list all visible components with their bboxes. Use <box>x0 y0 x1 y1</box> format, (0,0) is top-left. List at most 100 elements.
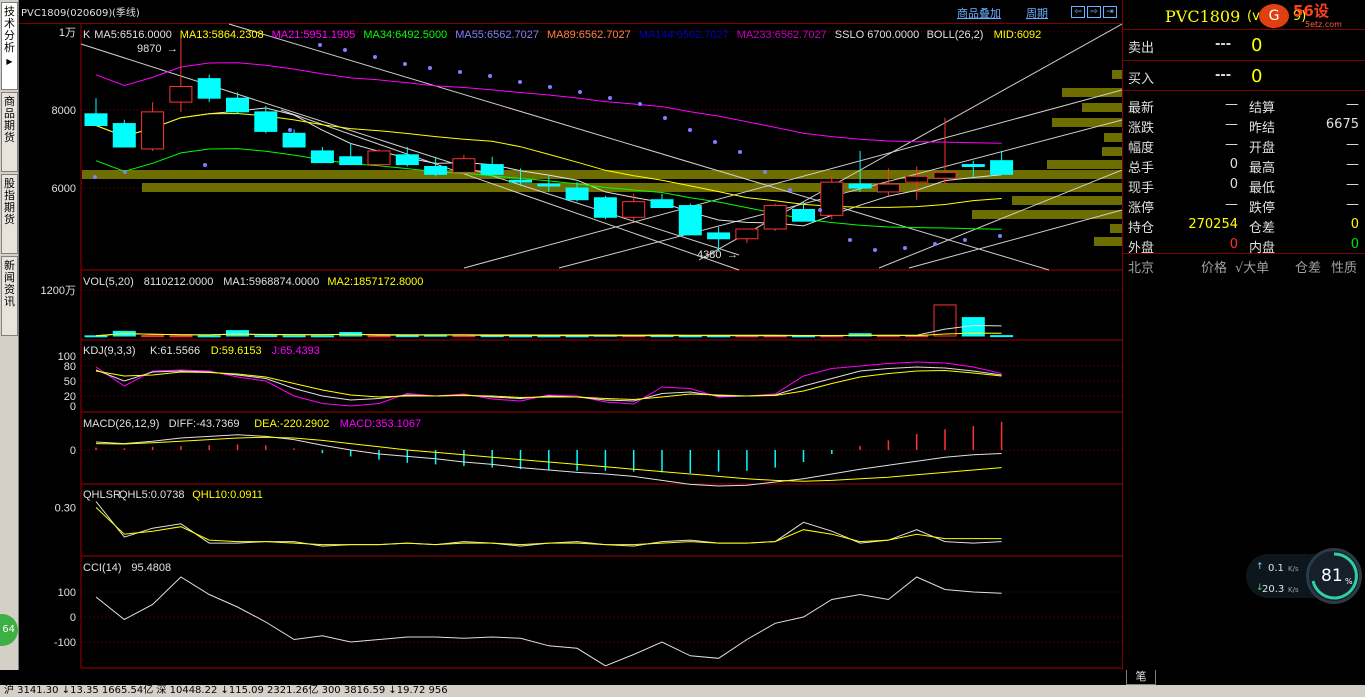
candle-body <box>763 205 787 230</box>
ma13-line <box>95 112 1002 208</box>
trade-header-oichange: 仓差 <box>1295 261 1322 276</box>
volume-profile-bar <box>1094 237 1122 246</box>
indicator-value: K:61.5566 <box>150 345 200 357</box>
indicator-value: MID:6092 <box>994 29 1042 41</box>
volume-bar <box>226 330 249 337</box>
quote-field-row: 最新 — 结算 — <box>1123 95 1365 116</box>
sar-dot <box>998 234 1002 238</box>
quote-field-label: 幅度 <box>1128 141 1155 156</box>
tab-commodity-futures[interactable]: 商品期货 <box>1 92 18 172</box>
indicator-value: DIFF:-43.7369 <box>169 418 240 430</box>
candle-body <box>961 164 985 168</box>
quote-field-value: 0 <box>1229 237 1238 252</box>
indicator-value: MA5:6516.0000 <box>94 29 172 41</box>
candle-body <box>112 123 136 148</box>
candle-body <box>678 205 702 236</box>
max-arrow-icon: → <box>167 43 178 55</box>
candle-body <box>820 181 844 216</box>
tab-technical-analysis[interactable]: 技术分析 ▶ <box>1 2 18 90</box>
candle-body <box>226 97 249 113</box>
bottom-tab-strip: 笔 <box>19 670 1365 685</box>
sar-dot <box>373 55 377 59</box>
candle-body <box>509 179 532 183</box>
quote-field-row: 现手 0 最低 — <box>1123 175 1365 196</box>
tab-index-futures[interactable]: 股指期货 <box>1 174 18 254</box>
sar-dot <box>763 170 767 174</box>
cpu-percent-sign: % <box>1345 577 1353 586</box>
indicator-value: BOLL(26,2) <box>927 29 984 41</box>
sar-dot <box>848 238 852 242</box>
macd-y-tick: 0 <box>70 445 76 457</box>
quote-field-label: 仓差 <box>1249 221 1276 236</box>
trade-header-price: 价格 <box>1201 261 1228 276</box>
floating-badge[interactable]: 64 <box>0 614 18 646</box>
quote-field-label: 持仓 <box>1128 221 1155 236</box>
brand-logo-sub: 5etz.com <box>1305 20 1342 29</box>
trade-header-bigorder[interactable]: √大单 <box>1235 257 1269 276</box>
volume-bar <box>197 335 221 338</box>
upload-arrow-icon: ↑ <box>1256 562 1264 572</box>
divider <box>1123 90 1365 91</box>
indicator-value: QHLSR <box>83 489 121 501</box>
sar-dot <box>873 248 877 252</box>
buy-label: 买入 <box>1128 72 1155 87</box>
main-y-tick: 6000 <box>52 183 76 195</box>
sar-dot <box>343 48 347 52</box>
chart-svg[interactable]: 1万800060009870 →4380 →K MA5:6516.0000 MA13:5… <box>19 0 1122 670</box>
quote-field-label: 结算 <box>1249 101 1276 116</box>
quote-field-value: — <box>1225 97 1238 112</box>
sar-dot <box>933 242 937 246</box>
volume-bar <box>395 335 419 338</box>
volume-profile-bar <box>1047 160 1122 169</box>
candle-body <box>452 158 476 173</box>
quote-symbol: PVC1809 <box>1165 7 1241 26</box>
indicator-value: MA13:5864.2308 <box>180 29 264 41</box>
brand-logo-text: 56设 <box>1293 2 1329 20</box>
volume-bar <box>933 304 957 337</box>
candle-body <box>735 228 759 240</box>
quote-field-value: — <box>1346 157 1359 172</box>
candle-body <box>565 187 589 201</box>
download-unit: K/s <box>1288 586 1299 594</box>
indicator-value: QHL5:0.0738 <box>119 489 184 501</box>
trend-line <box>228 23 1050 271</box>
quote-field-value: 0 <box>1229 157 1238 172</box>
tab-ticks[interactable]: 笔 <box>1126 670 1156 685</box>
indicator-value: MA55:6562.7027 <box>455 29 539 41</box>
volume-bar <box>990 335 1014 338</box>
network-speed-widget[interactable]: ↑ 0.1 K/s ↓ 20.3 K/s 81 % <box>1246 548 1362 606</box>
candle-body <box>537 183 561 187</box>
chart-area[interactable]: 1万 8000 6000 9870 → 4380 → K MA5:6516.0000 MA13:5… <box>19 0 1122 670</box>
quote-field-row: 幅度 — 开盘 — <box>1123 135 1365 156</box>
indicator-value: 8110212.0000 <box>144 276 214 288</box>
candle-body <box>933 171 957 179</box>
tab-news[interactable]: 新闻资讯 <box>1 256 18 336</box>
volume-profile-bar <box>1110 224 1122 233</box>
volume-bar <box>141 335 165 338</box>
indicator-value: VOL(5,20) <box>83 276 134 288</box>
sar-dot <box>963 238 967 242</box>
candle-body <box>254 111 278 132</box>
sar-dot <box>688 128 692 132</box>
candle-body <box>310 150 334 164</box>
vol-y-tick: 1200万 <box>41 285 76 297</box>
indicator-value: MACD:353.1067 <box>340 418 421 430</box>
cpu-gauge: 81 % <box>1306 548 1362 604</box>
candle-body <box>792 208 815 222</box>
volume-bar <box>254 335 278 338</box>
quote-field-label: 跌停 <box>1249 201 1276 216</box>
candle-body <box>593 197 617 218</box>
quote-field-label: 最低 <box>1249 181 1276 196</box>
indicator-value: MA89:6562.7027 <box>547 29 631 41</box>
tab-arrow-icon: ▶ <box>6 57 13 66</box>
quote-field-label: 涨停 <box>1128 201 1155 216</box>
candle-body <box>169 85 193 103</box>
quote-field-label: 涨跌 <box>1128 121 1155 136</box>
indicator-value: QHL10:0.0911 <box>192 489 263 501</box>
indicator-value: K <box>83 29 91 41</box>
min-arrow-icon: → <box>727 249 738 261</box>
quote-field-value: 0 <box>1350 237 1359 252</box>
indicator-value: 95.4808 <box>131 562 171 574</box>
buy-row: 买入 --- 0 <box>1123 66 1365 87</box>
quote-field-value: 0 <box>1350 217 1359 232</box>
